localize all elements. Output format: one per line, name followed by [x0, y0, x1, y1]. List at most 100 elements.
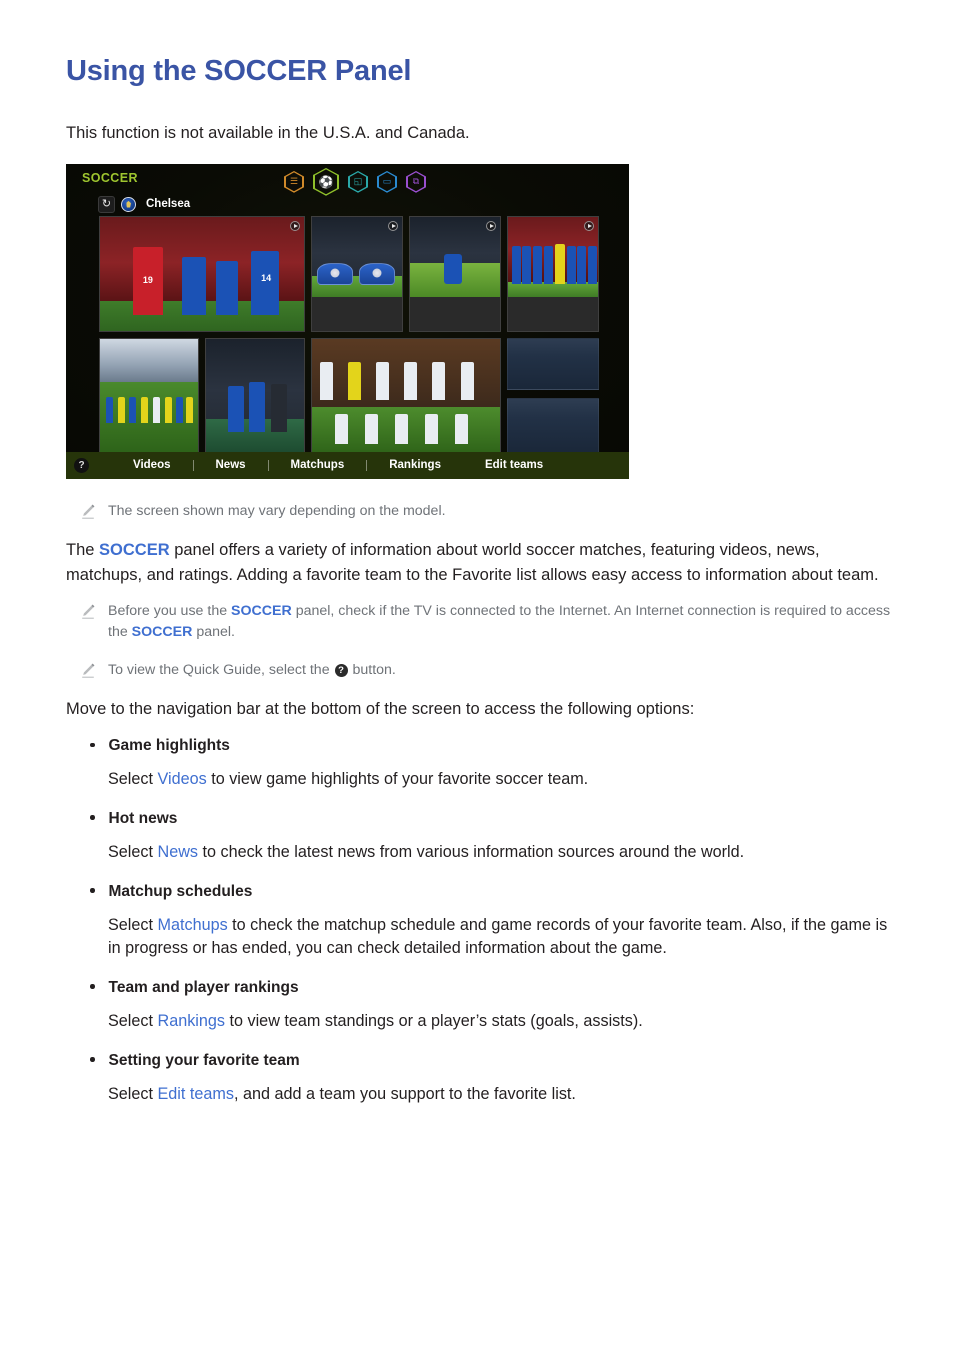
nav-item-edit-teams[interactable]: Edit teams [463, 459, 565, 471]
option-body-part2: , and add a team you support to the favo… [233, 1084, 576, 1103]
thumb-squad-photo[interactable] [99, 337, 199, 454]
panel-brand-label: SOCCER [82, 170, 138, 185]
page-title: Using the SOCCER Panel [66, 55, 412, 87]
note-quick-guide-part1: To view the Quick Guide, select the [108, 661, 334, 678]
apps-icon[interactable]: ◱ [348, 170, 368, 193]
option-game-highlights: Game highlights Select Videos to view ga… [66, 737, 894, 792]
thumb-match-highlight[interactable]: 19 14 [99, 215, 305, 332]
option-body: Select Rankings to view team standings o… [108, 1010, 894, 1034]
thumb-goal-celebration[interactable] [409, 215, 501, 332]
soccer-ball-icon[interactable]: ⚽ [313, 167, 339, 196]
document-page: Using the SOCCER Panel This function is … [0, 0, 954, 1106]
thumb-scene: 19 14 [100, 216, 304, 331]
thumb-scene [312, 338, 500, 453]
option-header: Matchup schedules [90, 883, 894, 901]
option-header: Game highlights [90, 737, 894, 755]
panel-navigation-bar: ? Videos News Matchups Rankings Edit tea… [66, 451, 629, 479]
bullet-dot [90, 984, 95, 989]
thumbnail-grid: 19 14 [99, 215, 599, 456]
option-body: Select News to check the latest news fro… [108, 841, 894, 865]
favorite-team-row: ↻ Chelsea [98, 195, 191, 213]
option-setting-favorite-team: Setting your favorite team Select Edit t… [66, 1052, 894, 1107]
note-screen-varies: The screen shown may vary depending on t… [80, 501, 894, 522]
option-header: Team and player rankings [90, 979, 894, 997]
intro-paragraph: This function is not available in the U.… [66, 123, 470, 142]
note-internet-keyword-2: SOCCER [131, 624, 193, 641]
option-body: Select Edit teams, and add a team you su… [108, 1083, 894, 1107]
pencil-icon [80, 503, 96, 521]
option-title: Setting your favorite team [108, 1051, 300, 1069]
thumb-scene [100, 338, 198, 453]
bullet-dot [90, 815, 95, 820]
option-hot-news: Hot news Select News to check the latest… [66, 810, 894, 865]
favorite-team-label: Chelsea [146, 198, 191, 211]
option-team-player-rankings: Team and player rankings Select Rankings… [66, 979, 894, 1034]
thumb-placeholder-top[interactable] [507, 337, 599, 390]
nav-item-rankings[interactable]: Rankings [367, 459, 463, 471]
option-link-matchups[interactable]: Matchups [158, 916, 228, 934]
pencil-icon [80, 603, 96, 621]
note-internet-part1: Before you use the [108, 602, 232, 619]
multi-window-icon[interactable]: ⧉ [406, 170, 426, 193]
inline-help-icon: ? [334, 663, 348, 677]
move-to-nav-paragraph: Move to the navigation bar at the bottom… [66, 699, 695, 718]
option-body-part1: Select [108, 1084, 158, 1103]
note-quick-guide-part2: button. [348, 661, 396, 678]
option-body-part1: Select [108, 1011, 158, 1030]
pencil-icon [80, 662, 96, 680]
help-button[interactable]: ? [74, 457, 89, 473]
option-body-part1: Select [108, 842, 158, 861]
panel-header: SOCCER ☰ ⚽ ◱ ▭ ⧉ [66, 164, 629, 196]
play-icon[interactable] [486, 220, 496, 231]
tv-icon[interactable]: ▭ [377, 170, 397, 193]
thumb-team-lineup[interactable] [507, 215, 599, 332]
bullet-dot [90, 742, 95, 748]
play-icon[interactable] [584, 220, 594, 231]
bullet-dot [90, 888, 95, 893]
play-icon[interactable] [388, 220, 398, 231]
note-internet-part3: panel. [192, 624, 235, 641]
option-matchup-schedules: Matchup schedules Select Matchups to che… [66, 883, 894, 961]
nav-item-videos[interactable]: Videos [111, 459, 193, 471]
option-title: Hot news [108, 809, 178, 827]
option-body: Select Matchups to check the matchup sch… [108, 914, 894, 961]
note-screen-varies-text: The screen shown may vary depending on t… [108, 502, 446, 519]
nav-items-container: Videos News Matchups Rankings Edit teams [111, 459, 565, 471]
apps-glyph: ◱ [353, 176, 363, 187]
option-title: Matchup schedules [108, 882, 253, 900]
description-keyword: SOCCER [99, 541, 170, 560]
options-list: Game highlights Select Videos to view ga… [66, 737, 894, 1106]
option-link-news[interactable]: News [158, 843, 198, 861]
thumb-team-group[interactable] [311, 337, 501, 454]
refresh-icon[interactable]: ↻ [98, 195, 115, 213]
soccer-ball-glyph: ⚽ [318, 174, 334, 189]
option-title: Game highlights [108, 737, 230, 755]
option-body-part2: to view game highlights of your favorite… [206, 770, 589, 789]
thumb-scene [206, 338, 304, 453]
option-header: Hot news [90, 810, 894, 828]
option-title: Team and player rankings [108, 978, 299, 996]
multi-window-glyph: ⧉ [412, 176, 420, 187]
nav-item-news[interactable]: News [194, 459, 268, 471]
soccer-panel-screenshot: SOCCER ☰ ⚽ ◱ ▭ ⧉ ↻ Chelsea 19 14 ? Video… [66, 163, 629, 479]
description-part2: panel offers a variety of information ab… [66, 541, 879, 584]
option-link-edit-teams[interactable]: Edit teams [158, 1085, 234, 1103]
note-quick-guide: To view the Quick Guide, select the ? bu… [80, 660, 894, 681]
option-link-rankings[interactable]: Rankings [158, 1012, 226, 1030]
option-link-videos[interactable]: Videos [158, 770, 207, 788]
note-internet-required-text: Before you use the SOCCER panel, check i… [108, 601, 894, 644]
play-icon[interactable] [290, 220, 300, 231]
panel-header-icon-row: ☰ ⚽ ◱ ▭ ⧉ [284, 167, 426, 196]
tv-glyph: ▭ [382, 176, 392, 187]
thumb-team-banner[interactable] [311, 215, 403, 332]
news-list-icon[interactable]: ☰ [284, 170, 304, 193]
option-body-part1: Select [108, 770, 158, 789]
chelsea-badge-icon [121, 196, 136, 212]
news-list-glyph: ☰ [289, 176, 299, 187]
option-header: Setting your favorite team [90, 1052, 894, 1070]
nav-item-matchups[interactable]: Matchups [269, 459, 367, 471]
thumb-placeholder-bottom[interactable] [507, 397, 599, 454]
thumb-match-action[interactable] [205, 337, 305, 454]
option-body: Select Videos to view game highlights of… [108, 768, 894, 792]
option-body-part2: to view team standings or a player’s sta… [225, 1011, 643, 1030]
